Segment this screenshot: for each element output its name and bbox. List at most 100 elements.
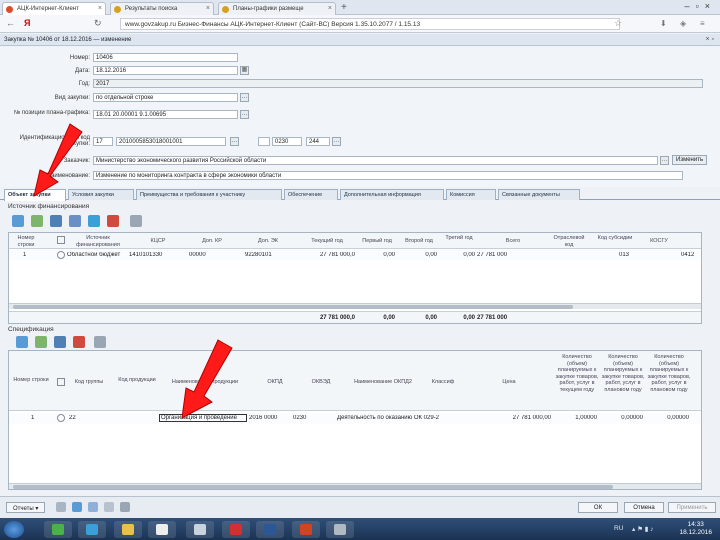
- table-row[interactable]: 1 Областной бюджет 1410101330 00000 9228…: [9, 250, 701, 260]
- tab-security[interactable]: Обеспечение: [284, 189, 338, 200]
- reload-icon[interactable]: ↻: [94, 18, 102, 29]
- select-all-checkbox[interactable]: [57, 378, 65, 386]
- extension-icon[interactable]: ◈: [680, 19, 686, 28]
- select-icon[interactable]: …: [240, 110, 249, 119]
- select-icon[interactable]: …: [230, 137, 239, 146]
- table-row[interactable]: 1 22 Организация и проведение 2016 0000 …: [9, 413, 701, 424]
- word-icon: [264, 524, 276, 535]
- taskbar-app[interactable]: [114, 521, 142, 538]
- star-icon[interactable]: ☆: [614, 18, 622, 29]
- menu-icon[interactable]: ≡: [700, 19, 705, 28]
- name-field[interactable]: Изменение по мониторинга контракта в сфе…: [93, 171, 683, 180]
- ikz-part-4[interactable]: 244: [306, 137, 330, 146]
- language-indicator[interactable]: RU: [614, 525, 623, 532]
- row-radio[interactable]: [57, 251, 65, 259]
- col-header: Цена: [502, 379, 516, 385]
- delete-icon[interactable]: [73, 336, 85, 348]
- start-button[interactable]: [4, 521, 24, 538]
- new-tab-icon[interactable]: +: [341, 2, 347, 13]
- col-header: Номер строки: [17, 235, 35, 248]
- row-number: 1: [23, 252, 27, 258]
- url-field[interactable]: www.govzakup.ru Бизнес-Финансы АЦК-Интер…: [120, 18, 620, 30]
- ikz-part-1[interactable]: 17: [93, 137, 113, 146]
- taskbar-app[interactable]: [292, 521, 320, 538]
- tab-related-docs[interactable]: Связанные документы: [498, 189, 580, 200]
- ikz-part-2[interactable]: 2010005853018001001: [116, 137, 226, 146]
- delete-icon[interactable]: [107, 215, 119, 227]
- back-arrow-icon[interactable]: ←: [6, 18, 15, 28]
- edit-icon[interactable]: [16, 336, 28, 348]
- sum-third: 0,00: [463, 315, 475, 321]
- kind-field[interactable]: по отдельной строке: [93, 93, 238, 102]
- taskbar-app[interactable]: [186, 521, 214, 538]
- taskbar-app[interactable]: [326, 521, 354, 538]
- tab-object[interactable]: Объект закупки: [4, 189, 66, 201]
- number-field[interactable]: 10406: [93, 53, 238, 62]
- position-field[interactable]: 18.01 20.00001 9.1.00695: [93, 110, 238, 119]
- select-icon[interactable]: …: [332, 137, 341, 146]
- source-cell: Областной бюджет: [67, 252, 121, 258]
- close-icon[interactable]: ×: [98, 5, 102, 12]
- product-cell[interactable]: Организация и проведение: [159, 414, 247, 422]
- tab-commission[interactable]: Комиссия: [446, 189, 496, 200]
- ikz-part-extra[interactable]: [258, 137, 270, 146]
- taskbar-app[interactable]: [44, 521, 72, 538]
- save-icon[interactable]: [69, 215, 81, 227]
- select-all-checkbox[interactable]: [57, 236, 65, 244]
- clock[interactable]: 14:33 18.12.2016: [679, 521, 712, 537]
- browser-tab-2[interactable]: Результаты поиска ×: [110, 2, 214, 15]
- cancel-button[interactable]: Отмена: [624, 502, 664, 513]
- close-icon[interactable]: ×: [206, 5, 210, 12]
- browser-tab-bar: АЦК-Интернет-Клиент × Результаты поиска …: [0, 0, 720, 15]
- col-header: Всего: [505, 238, 521, 244]
- browser-tab-label: АЦК-Интернет-Клиент: [17, 6, 79, 12]
- calendar-icon[interactable]: ▦: [240, 66, 249, 75]
- add-icon[interactable]: [35, 336, 47, 348]
- refresh-icon[interactable]: [88, 215, 100, 227]
- settings-icon[interactable]: [94, 336, 106, 348]
- taskbar-app[interactable]: [78, 521, 106, 538]
- horizontal-scrollbar[interactable]: [9, 483, 701, 489]
- print-icon[interactable]: [56, 502, 66, 512]
- col-header: Доп. КР: [202, 238, 222, 244]
- yandex-logo[interactable]: Я: [24, 18, 30, 28]
- browser-tab-1[interactable]: АЦК-Интернет-Клиент ×: [2, 2, 106, 15]
- powerpoint-icon: [300, 524, 312, 535]
- change-button[interactable]: Изменить: [672, 155, 708, 165]
- select-icon[interactable]: …: [240, 93, 249, 102]
- taskbar-app[interactable]: [256, 521, 284, 538]
- close-icon[interactable]: × ▫: [705, 36, 714, 43]
- ikz-part-3[interactable]: 0230: [272, 137, 302, 146]
- taskbar-app[interactable]: [148, 521, 176, 538]
- apply-button[interactable]: Применить: [668, 502, 716, 513]
- taskbar-app[interactable]: [222, 521, 250, 538]
- tab-additional[interactable]: Дополнительная информация: [340, 189, 444, 200]
- customer-field[interactable]: Министерство экономического развития Рос…: [93, 156, 658, 165]
- refresh-icon[interactable]: [88, 502, 98, 512]
- col-header: ОКВЭД: [311, 379, 331, 385]
- close-icon[interactable]: ×: [328, 5, 332, 12]
- copy-icon[interactable]: [54, 336, 66, 348]
- okpd-name-cell: Деятельность по оказанию ОК 029-2: [337, 415, 439, 421]
- attach-icon[interactable]: [104, 502, 114, 512]
- row-radio[interactable]: [57, 414, 65, 422]
- copy-icon[interactable]: [50, 215, 62, 227]
- tab-preferences[interactable]: Преимущества и требования к участнику: [136, 189, 282, 200]
- select-icon[interactable]: …: [660, 156, 669, 165]
- sources-sum-row: 27 781 000,0 0,00 0,00 0,00 27 781 000: [9, 311, 701, 323]
- save-icon[interactable]: [72, 502, 82, 512]
- add-icon[interactable]: [31, 215, 43, 227]
- settings-icon[interactable]: [120, 502, 130, 512]
- tab-conditions[interactable]: Условия закупки: [68, 189, 134, 200]
- horizontal-scrollbar[interactable]: [9, 303, 701, 309]
- ok-button[interactable]: ОК: [578, 502, 618, 513]
- browser-tab-3[interactable]: Планы-графики размеще ×: [218, 2, 336, 15]
- sum-current: 27 781 000,0: [319, 315, 355, 321]
- edit-icon[interactable]: [12, 215, 24, 227]
- settings-icon[interactable]: [130, 215, 142, 227]
- window-controls[interactable]: –▫×: [685, 1, 716, 11]
- reports-button[interactable]: Отчеты ▾: [6, 502, 46, 513]
- tray-icons[interactable]: ▴ ⚑ ▮ ♪: [632, 525, 653, 533]
- date-field[interactable]: 18.12.2016: [93, 66, 238, 75]
- download-icon[interactable]: ⬇: [660, 19, 667, 28]
